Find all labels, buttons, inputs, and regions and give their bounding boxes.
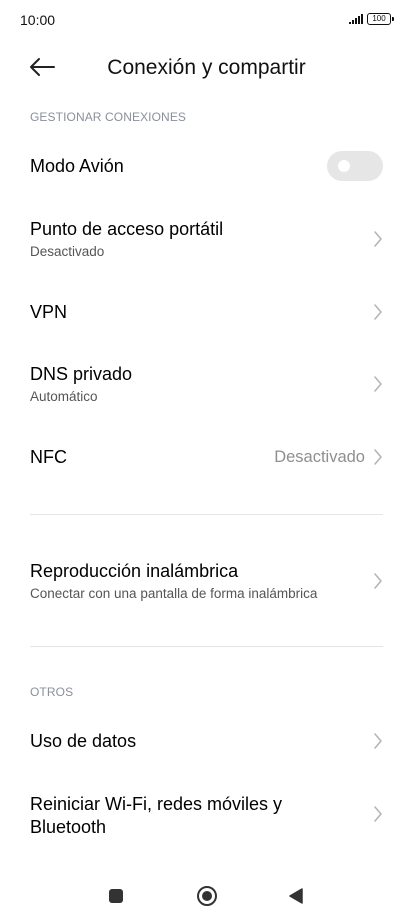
square-recents-icon <box>109 889 123 903</box>
airplane-mode-row[interactable]: Modo Avión <box>0 140 413 194</box>
chevron-right-icon <box>374 733 382 749</box>
airplane-mode-title: Modo Avión <box>30 156 124 176</box>
chevron-right-icon <box>374 304 382 320</box>
hotspot-title: Punto de acceso portátil <box>30 219 224 239</box>
reset-network-row[interactable]: Reiniciar Wi-Fi, redes móviles y Bluetoo… <box>0 784 413 844</box>
nfc-row[interactable]: NFC Desactivado <box>0 430 413 484</box>
back-nav-button[interactable] <box>288 887 304 905</box>
data-usage-title: Uso de datos <box>30 731 137 751</box>
section-label-others: OTROS <box>30 685 74 699</box>
status-icons: 100 <box>349 13 394 25</box>
hotspot-subtitle: Desactivado <box>30 244 105 259</box>
status-bar: 10:00 100 <box>0 0 413 40</box>
nfc-title: NFC <box>30 447 67 467</box>
status-time: 10:00 <box>20 12 56 28</box>
vpn-title: VPN <box>30 302 68 322</box>
divider <box>30 646 383 647</box>
toggle-knob <box>338 160 350 172</box>
signal-icon <box>349 14 363 24</box>
airplane-mode-toggle[interactable] <box>327 151 383 181</box>
divider <box>30 514 383 515</box>
circle-home-icon <box>197 886 217 906</box>
page-title: Conexión y compartir <box>107 56 306 79</box>
triangle-back-icon <box>289 888 303 904</box>
chevron-right-icon <box>374 449 382 465</box>
reset-network-title-line2: Bluetooth <box>30 817 107 837</box>
private-dns-title: DNS privado <box>30 364 133 384</box>
private-dns-subtitle: Automático <box>30 389 98 404</box>
section-label-manage: GESTIONAR CONEXIONES <box>30 110 187 124</box>
header: Conexión y compartir <box>0 44 413 90</box>
home-button[interactable] <box>196 885 218 907</box>
chevron-right-icon <box>374 573 382 589</box>
wireless-display-title: Reproducción inalámbrica <box>30 561 239 581</box>
data-usage-row[interactable]: Uso de datos <box>0 714 413 768</box>
private-dns-row[interactable]: DNS privado Automático <box>0 355 413 415</box>
wireless-display-row[interactable]: Reproducción inalámbrica Conectar con un… <box>0 552 413 612</box>
battery-level: 100 <box>372 14 386 23</box>
wireless-display-subtitle: Conectar con una pantalla de forma inalá… <box>30 586 318 601</box>
chevron-right-icon <box>374 376 382 392</box>
recents-button[interactable] <box>108 888 124 904</box>
nfc-value: Desactivado <box>274 448 365 466</box>
chevron-right-icon <box>374 806 382 822</box>
vpn-row[interactable]: VPN <box>0 285 413 339</box>
reset-network-title-line1: Reiniciar Wi-Fi, redes móviles y <box>30 794 283 814</box>
chevron-right-icon <box>374 231 382 247</box>
navigation-bar <box>0 868 413 920</box>
hotspot-row[interactable]: Punto de acceso portátil Desactivado <box>0 210 413 270</box>
battery-icon: 100 <box>367 13 394 25</box>
